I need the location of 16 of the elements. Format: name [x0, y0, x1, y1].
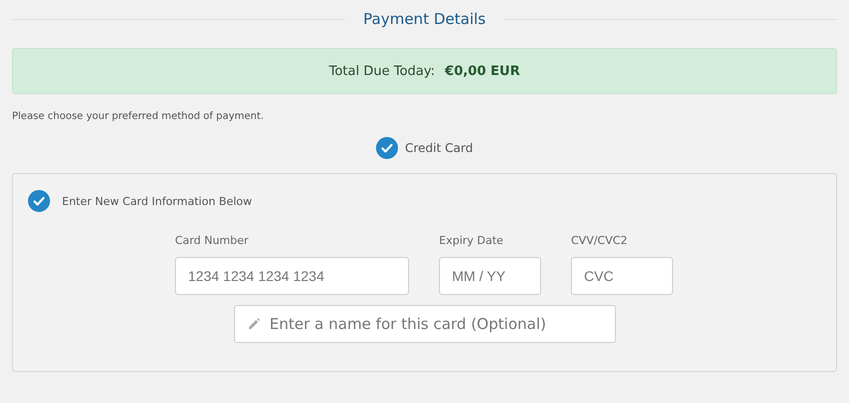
- payment-method-option[interactable]: Credit Card: [376, 137, 473, 159]
- radio-check-icon[interactable]: [28, 190, 50, 212]
- field-label: Expiry Date: [439, 234, 504, 247]
- field-label: CVV/CVC2: [571, 234, 628, 247]
- field-label: Card Number: [175, 234, 250, 247]
- card-option[interactable]: Enter New Card Information Below: [28, 190, 821, 212]
- card-name-field[interactable]: Enter a name for this card (Optional): [234, 305, 616, 343]
- input-field[interactable]: MM / YY: [439, 257, 541, 295]
- pencil-icon: [246, 317, 260, 331]
- total-amount: €0,00 EUR: [444, 64, 520, 78]
- input-field[interactable]: CVC: [571, 257, 673, 295]
- input-field[interactable]: 1234 1234 1234 1234: [175, 257, 409, 295]
- instructions-text: Please choose your preferred method of payment.: [12, 111, 265, 122]
- radio-check-icon[interactable]: [376, 137, 398, 159]
- total-label: Total Due Today:: [329, 64, 435, 78]
- section-title: Payment Details: [363, 10, 486, 28]
